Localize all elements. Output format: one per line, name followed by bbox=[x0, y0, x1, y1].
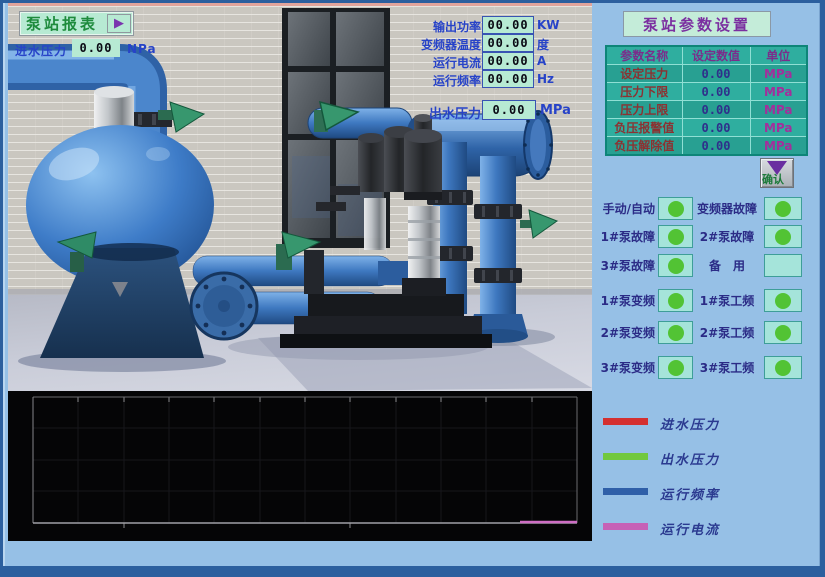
floor bbox=[8, 295, 592, 391]
lamp-on-dot bbox=[668, 293, 684, 309]
inlet-pressure-unit: NPa bbox=[127, 42, 157, 56]
lamp-on-dot bbox=[668, 258, 684, 274]
pump2-mains-lamp bbox=[764, 321, 802, 344]
param-unit: MPa bbox=[750, 83, 807, 101]
param-name: 压力上限 bbox=[606, 101, 682, 119]
outlet-pressure-unit: MPa bbox=[540, 103, 571, 118]
param-value-field[interactable]: 0.00 bbox=[682, 83, 750, 101]
trend-chart-grid bbox=[8, 391, 592, 541]
col-set-value: 设定数值 bbox=[682, 46, 750, 65]
run-frequency-label: 运行频率 bbox=[396, 72, 481, 89]
pump2-mains-label: 2#泵工频 bbox=[693, 324, 761, 341]
lamp-on-dot bbox=[775, 201, 791, 217]
param-name: 负压报警值 bbox=[606, 119, 682, 137]
lamp-on-dot bbox=[775, 229, 791, 245]
pump3-mains-lamp bbox=[764, 356, 802, 379]
param-value-field[interactable]: 0.00 bbox=[682, 101, 750, 119]
run-current-label: 运行电流 bbox=[396, 54, 481, 71]
legend-label-inlet-pressure: 进水压力 bbox=[660, 414, 720, 433]
lamp-on-dot bbox=[668, 360, 684, 376]
parameter-table-header: 参数名称 设定数值 单位 bbox=[606, 46, 807, 65]
param-value-field[interactable]: 0.00 bbox=[682, 137, 750, 156]
run-current-value: 00.00 bbox=[482, 52, 534, 70]
param-value-field[interactable]: 0.00 bbox=[682, 65, 750, 83]
output-power-label: 输出功率 bbox=[396, 18, 481, 35]
trend-chart bbox=[8, 391, 592, 541]
param-unit: MPa bbox=[750, 101, 807, 119]
table-row: 压力上限 0.00 MPa bbox=[606, 101, 807, 119]
param-unit: MPa bbox=[750, 119, 807, 137]
lamp-on-dot bbox=[668, 325, 684, 341]
output-power-value: 00.00 bbox=[482, 16, 534, 34]
report-button-label: 泵站报表 bbox=[20, 13, 98, 34]
inverter-temp-label: 变频器温度 bbox=[396, 36, 481, 53]
param-value-field[interactable]: 0.00 bbox=[682, 119, 750, 137]
wall-window bbox=[282, 8, 390, 248]
run-frequency-unit: Hz bbox=[537, 72, 554, 86]
table-row: 设定压力 0.00 MPa bbox=[606, 65, 807, 83]
outlet-pressure-value: 0.00 bbox=[482, 100, 536, 120]
parameter-table: 参数名称 设定数值 单位 设定压力 0.00 MPa 压力下限 0.00 MPa… bbox=[605, 45, 808, 156]
pump2-fault-label: 2#泵故障 bbox=[693, 228, 761, 245]
pump3-vfd-lamp bbox=[658, 356, 693, 379]
inlet-pressure-value: 0.00 bbox=[72, 39, 120, 57]
spare-label: 备 用 bbox=[693, 257, 761, 274]
run-current-unit: A bbox=[537, 54, 546, 68]
inverter-fault-label: 变频器故障 bbox=[693, 200, 761, 217]
pump2-vfd-lamp bbox=[658, 321, 693, 344]
legend-swatch-run-current bbox=[603, 523, 648, 530]
legend-label-run-frequency: 运行频率 bbox=[660, 484, 720, 503]
lamp-on-dot bbox=[668, 229, 684, 245]
pump1-fault-label: 1#泵故障 bbox=[589, 228, 655, 245]
col-param-name: 参数名称 bbox=[606, 46, 682, 65]
table-row: 负压报警值 0.00 MPa bbox=[606, 119, 807, 137]
manual-auto-label: 手动/自动 bbox=[589, 200, 655, 217]
legend-swatch-inlet-pressure bbox=[603, 418, 648, 425]
inverter-fault-lamp bbox=[764, 197, 802, 220]
legend-swatch-outlet-pressure bbox=[603, 453, 648, 460]
run-frequency-value: 00.00 bbox=[482, 70, 534, 88]
report-play-icon[interactable]: ▶ bbox=[107, 14, 131, 33]
spare-lamp bbox=[764, 254, 802, 277]
lamp-on-dot bbox=[775, 325, 791, 341]
inlet-pressure-label: 进水压力 bbox=[15, 42, 67, 59]
settings-panel-title: 泵站参数设置 bbox=[623, 11, 771, 37]
legend-label-outlet-pressure: 出水压力 bbox=[660, 449, 720, 468]
inverter-temp-unit: 度 bbox=[537, 36, 549, 53]
lamp-on-dot bbox=[668, 201, 684, 217]
pump2-fault-lamp bbox=[764, 225, 802, 248]
screen-background: 泵站报表 ▶ 进水压力 0.00 NPa 输出功率 变频器温度 运行电流 运行频… bbox=[3, 3, 820, 566]
legend-label-run-current: 运行电流 bbox=[660, 519, 720, 538]
pump2-vfd-label: 2#泵变频 bbox=[589, 324, 655, 341]
pump1-mains-lamp bbox=[764, 289, 802, 312]
param-name: 负压解除值 bbox=[606, 137, 682, 156]
pump3-vfd-label: 3#泵变频 bbox=[589, 359, 655, 376]
pump3-fault-lamp bbox=[658, 254, 693, 277]
confirm-button[interactable]: 确认 bbox=[760, 158, 794, 188]
param-unit: MPa bbox=[750, 65, 807, 83]
pump1-vfd-lamp bbox=[658, 289, 693, 312]
param-unit: MPa bbox=[750, 137, 807, 156]
lamp-on-dot bbox=[775, 360, 791, 376]
report-button[interactable]: 泵站报表 ▶ bbox=[19, 11, 134, 36]
output-power-unit: KW bbox=[537, 18, 560, 32]
table-row: 负压解除值 0.00 MPa bbox=[606, 137, 807, 156]
hmi-screen: 泵站报表 ▶ 进水压力 0.00 NPa 输出功率 变频器温度 运行电流 运行频… bbox=[0, 0, 825, 577]
confirm-button-label: 确认 bbox=[762, 171, 784, 187]
pump3-fault-label: 3#泵故障 bbox=[589, 257, 655, 274]
outlet-pressure-label: 出水压力 bbox=[396, 103, 481, 122]
pump3-mains-label: 3#泵工频 bbox=[693, 359, 761, 376]
param-name: 压力下限 bbox=[606, 83, 682, 101]
manual-auto-lamp bbox=[658, 197, 693, 220]
inverter-temp-value: 00.00 bbox=[482, 34, 534, 52]
pump1-fault-lamp bbox=[658, 225, 693, 248]
lamp-on-dot bbox=[775, 293, 791, 309]
table-row: 压力下限 0.00 MPa bbox=[606, 83, 807, 101]
pump1-mains-label: 1#泵工频 bbox=[693, 292, 761, 309]
col-unit: 单位 bbox=[750, 46, 807, 65]
param-name: 设定压力 bbox=[606, 65, 682, 83]
pump1-vfd-label: 1#泵变频 bbox=[589, 292, 655, 309]
legend-swatch-run-frequency bbox=[603, 488, 648, 495]
